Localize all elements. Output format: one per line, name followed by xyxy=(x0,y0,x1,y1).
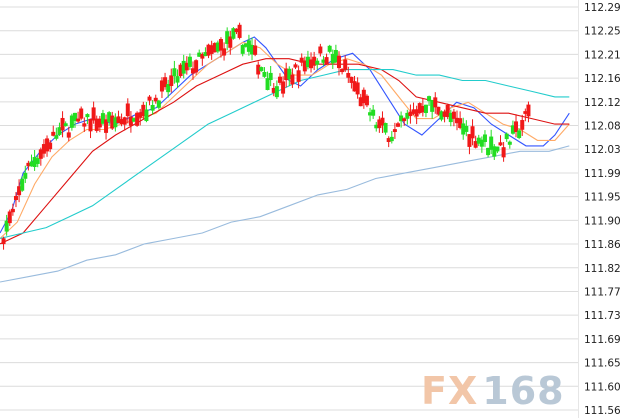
y-tick-label: 112.16 xyxy=(584,73,621,85)
candle-body xyxy=(364,95,369,106)
candle-body xyxy=(498,142,503,146)
candle-body xyxy=(144,109,149,122)
candle-body xyxy=(355,82,360,95)
candle-body xyxy=(371,109,376,116)
fx168-watermark-logo: FX 168 xyxy=(421,369,565,413)
candle-body xyxy=(147,96,152,101)
y-tick-label: 111.95 xyxy=(584,192,621,204)
candle-body xyxy=(125,103,130,117)
forex-candlestick-chart: 112.29 112.25 112.21 112.16 112.12 112.08 112.… xyxy=(0,0,625,418)
candle-body xyxy=(76,118,81,122)
candle-body xyxy=(392,129,397,132)
candle-body xyxy=(222,48,227,56)
candle-body xyxy=(293,64,298,68)
candle-body xyxy=(318,46,323,54)
y-tick-label: 111.73 xyxy=(584,310,621,322)
candle-body xyxy=(1,238,6,245)
candle-body xyxy=(66,132,71,138)
candle-body xyxy=(296,70,301,82)
y-tick-label: 111.90 xyxy=(584,215,621,227)
candle-body xyxy=(504,133,509,140)
candle-body xyxy=(48,142,53,150)
y-tick-label: 111.82 xyxy=(584,263,621,275)
candle-body xyxy=(122,117,127,125)
candle-body xyxy=(82,123,87,127)
candle-body xyxy=(495,146,500,152)
candle-body xyxy=(79,108,84,119)
candle-body xyxy=(13,195,18,201)
candle-body xyxy=(389,136,394,142)
candle-body xyxy=(464,125,469,132)
candle-body xyxy=(383,123,388,133)
candle-body xyxy=(23,172,28,179)
candle-body xyxy=(268,72,273,81)
candle-body xyxy=(274,86,279,98)
candle-body xyxy=(172,68,177,77)
y-tick-label: 111.77 xyxy=(584,286,621,298)
candle-body xyxy=(526,104,531,117)
candle-body xyxy=(501,147,506,158)
candle-body xyxy=(10,208,15,213)
candle-body xyxy=(175,76,180,83)
candle-body xyxy=(396,123,400,127)
y-tick-label: 111.69 xyxy=(584,334,621,346)
candle-body xyxy=(63,123,68,127)
candle-body xyxy=(470,126,475,139)
candle-body xyxy=(85,114,90,118)
candle-body xyxy=(51,131,56,136)
candle-body xyxy=(88,118,93,132)
candle-body xyxy=(520,120,525,130)
candle-body xyxy=(194,60,199,73)
candle-body xyxy=(482,134,487,143)
candle-body xyxy=(336,55,341,69)
y-tick-label: 112.08 xyxy=(584,121,621,133)
candle-body xyxy=(290,74,295,85)
watermark-fx: FX 168 xyxy=(421,369,565,413)
y-tick-label: 111.56 xyxy=(584,405,621,417)
candle-body xyxy=(20,178,25,191)
candle xyxy=(79,106,84,121)
candle-body xyxy=(262,71,267,77)
candle-body xyxy=(237,24,242,38)
candle xyxy=(259,66,264,72)
candle-body xyxy=(324,57,329,65)
y-tick-label: 112.25 xyxy=(584,26,621,38)
candle-body xyxy=(423,104,428,113)
y-tick-label: 111.86 xyxy=(584,239,621,251)
candle xyxy=(237,22,242,40)
candle-body xyxy=(156,100,161,108)
candle-body xyxy=(54,135,59,139)
y-tick-label: 111.60 xyxy=(584,381,621,393)
y-tick-label: 112.03 xyxy=(584,144,621,156)
candle-body xyxy=(187,56,192,67)
candle-body xyxy=(517,130,522,138)
y-tick-label: 111.65 xyxy=(584,358,621,370)
candle-body xyxy=(91,107,96,121)
candle-body xyxy=(343,59,348,71)
candle-body xyxy=(315,60,320,65)
candle-body xyxy=(281,81,286,94)
candle xyxy=(364,94,369,108)
candle-body xyxy=(259,67,264,72)
candle-body xyxy=(35,158,40,164)
y-tick-label: 112.29 xyxy=(584,2,621,14)
candle-body xyxy=(433,97,438,108)
candle-body xyxy=(150,104,155,111)
y-tick-label: 112.21 xyxy=(584,49,621,61)
candle-body xyxy=(451,111,456,119)
candle-body xyxy=(7,211,12,224)
y-tick-label: 112.12 xyxy=(584,97,621,109)
candle-body xyxy=(507,141,512,145)
candle-body xyxy=(327,45,332,52)
candle-body xyxy=(253,45,258,55)
y-tick-label: 111.99 xyxy=(584,168,621,180)
candle-body xyxy=(514,121,519,132)
candle-body xyxy=(169,75,174,87)
